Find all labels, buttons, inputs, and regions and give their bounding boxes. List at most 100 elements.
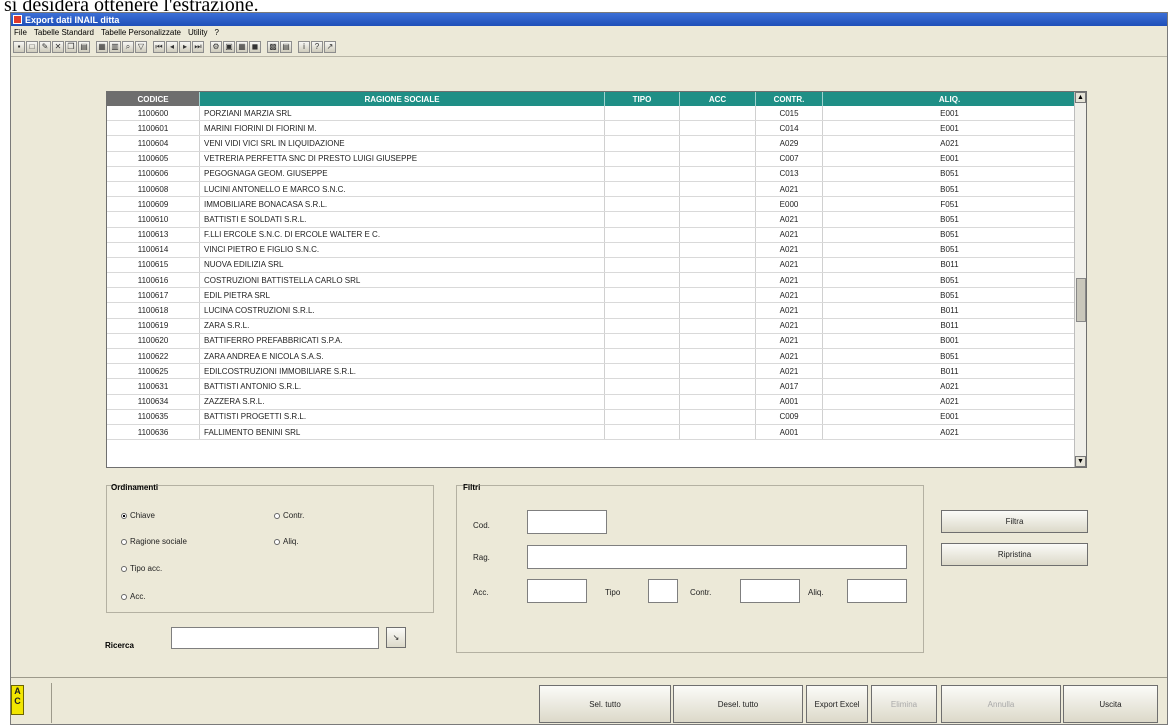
menu-file[interactable]: File [14, 28, 27, 37]
info-icon[interactable]: i [298, 41, 310, 53]
header-acc[interactable]: ACC [680, 92, 756, 106]
table-row[interactable]: 1100613 F.LLI ERCOLE S.N.C. DI ERCOLE WAL… [107, 227, 1086, 243]
scroll-down-icon[interactable]: ▼ [1075, 456, 1086, 467]
table-row[interactable]: 1100619 ZARA S.R.L. A021 B011 [107, 318, 1086, 334]
cell-acc [680, 106, 756, 121]
cod-input[interactable] [527, 510, 607, 534]
exit-icon[interactable]: ↗ [324, 41, 336, 53]
table-row[interactable]: 1100615 NUOVA EDILIZIA SRL A021 B011 [107, 257, 1086, 274]
calendar-icon[interactable]: ▦ [236, 41, 248, 53]
help-icon[interactable]: ? [311, 41, 323, 53]
contr-input[interactable] [740, 579, 800, 603]
radio-ragione-sociale[interactable]: Ragione sociale [121, 537, 187, 546]
find-icon[interactable]: ⌕ [122, 41, 134, 53]
disk-icon[interactable]: ◼ [249, 41, 261, 53]
table-row[interactable]: 1100609 IMMOBILIARE BONACASA S.R.L. E000 F0… [107, 197, 1086, 213]
sel-tutto-button[interactable]: Sel. tutto [539, 685, 671, 723]
delete-icon[interactable]: ✕ [52, 41, 64, 53]
cell-aliq: F051 [823, 197, 1077, 212]
menu-help[interactable]: ? [215, 28, 219, 37]
cell-contr: A021 [756, 273, 823, 288]
app-icon [13, 15, 22, 24]
cell-tipo [605, 288, 680, 303]
print-preview-icon[interactable]: ▥ [109, 41, 121, 53]
folder-icon[interactable]: ▤ [78, 41, 90, 53]
cell-ragione-sociale: F.LLI ERCOLE S.N.C. DI ERCOLE WALTER E C… [200, 227, 605, 242]
table-row[interactable]: 1100635 BATTISTI PROGETTI S.R.L. C009 E001 [107, 409, 1086, 425]
header-ragione-sociale[interactable]: RAGIONE SOCIALE [200, 92, 605, 106]
desel-tutto-button[interactable]: Desel. tutto [673, 685, 803, 723]
ricerca-input[interactable] [171, 627, 379, 649]
radio-chiave[interactable]: Chiave [121, 511, 155, 520]
filtra-button[interactable]: Filtra [941, 510, 1088, 533]
table-row[interactable]: 1100614 VINCI PIETRO E FIGLIO S.N.C. A021 B… [107, 242, 1086, 258]
cell-aliq: B051 [823, 181, 1077, 197]
scroll-up-icon[interactable]: ▲ [1075, 92, 1086, 103]
filter-icon[interactable]: ▽ [135, 41, 147, 53]
elimina-button[interactable]: Elimina [871, 685, 937, 723]
ricerca-button[interactable]: ↘ [386, 627, 406, 648]
new-icon[interactable]: □ [26, 41, 38, 53]
table-row[interactable]: 1100625 EDILCOSTRUZIONI IMMOBILIARE S.R.L… [107, 364, 1086, 380]
header-codice[interactable]: CODICE [107, 92, 200, 106]
window-title: Export dati INAIL ditta [25, 14, 120, 25]
table-row[interactable]: 1100601 MARINI FIORINI DI FIORINI M. C014 E… [107, 121, 1086, 137]
table-icon[interactable]: ▩ [267, 41, 279, 53]
ordinamenti-title: Ordinamenti [111, 483, 159, 492]
settings-icon[interactable]: ⚙ [210, 41, 222, 53]
radio-contr[interactable]: Contr. [274, 511, 304, 520]
menu-utility[interactable]: Utility [188, 28, 208, 37]
scroll-thumb[interactable] [1076, 278, 1086, 322]
export-excel-button[interactable]: Export Excel [806, 685, 868, 723]
acc-input[interactable] [527, 579, 587, 603]
table-row[interactable]: 1100622 ZARA ANDREA E NICOLA S.A.S. A021 B0… [107, 349, 1086, 365]
header-aliq[interactable]: ALIQ. [823, 92, 1077, 106]
cell-ragione-sociale: FALLIMENTO BENINI SRL [200, 424, 605, 440]
cell-acc [680, 424, 756, 440]
table-row[interactable]: 1100634 ZAZZERA S.R.L. A001 A021 [107, 394, 1086, 410]
menu-tabelle-standard[interactable]: Tabelle Standard [34, 28, 94, 37]
table-row[interactable]: 1100600 PORZIANI MARZIA SRL C015 E001 [107, 106, 1086, 122]
table-row[interactable]: 1100608 LUCINI ANTONELLO E MARCO S.N.C. A0… [107, 181, 1086, 198]
first-record-icon[interactable]: ⏮ [153, 41, 165, 53]
radio-tipo-acc[interactable]: Tipo acc. [121, 564, 162, 573]
menu-tabelle-personalizzate[interactable]: Tabelle Personalizzate [101, 28, 181, 37]
annulla-button[interactable]: Annulla [941, 685, 1061, 723]
cell-aliq: B051 [823, 212, 1077, 227]
report-icon[interactable]: ▤ [280, 41, 292, 53]
radio-aliq[interactable]: Aliq. [274, 537, 299, 546]
table-row[interactable]: 1100617 EDIL PIETRA SRL A021 B051 [107, 288, 1086, 304]
last-record-icon[interactable]: ⏭ [192, 41, 204, 53]
cell-codice: 1100631 [107, 379, 200, 394]
rag-input[interactable] [527, 545, 907, 569]
table-row[interactable]: 1100618 LUCINA COSTRUZIONI S.R.L. A021 B011 [107, 303, 1086, 319]
cell-contr: C007 [756, 151, 823, 166]
previous-record-icon[interactable]: ◂ [166, 41, 178, 53]
print-icon[interactable]: ▦ [96, 41, 108, 53]
header-tipo[interactable]: TIPO [605, 92, 680, 106]
ditte-grid[interactable]: CODICE RAGIONE SOCIALE TIPO ACC CONTR. A… [106, 91, 1087, 468]
calculator-icon[interactable]: ▣ [223, 41, 235, 53]
next-record-icon[interactable]: ▸ [179, 41, 191, 53]
table-row[interactable]: 1100610 BATTISTI E SOLDATI S.R.L. A021 B051 [107, 212, 1086, 228]
tipo-input[interactable] [648, 579, 678, 603]
table-row[interactable]: 1100636 FALLIMENTO BENINI SRL A001 A021 [107, 424, 1086, 441]
table-row[interactable]: 1100604 VENI VIDI VICI SRL IN LIQUIDAZION… [107, 136, 1086, 152]
aliq-input[interactable] [847, 579, 907, 603]
ripristina-button[interactable]: Ripristina [941, 543, 1088, 566]
edit-icon[interactable]: ✎ [39, 41, 51, 53]
table-row[interactable]: 1100616 COSTRUZIONI BATTISTELLA CARLO SRL… [107, 273, 1086, 289]
radio-acc[interactable]: Acc. [121, 592, 146, 601]
table-row[interactable]: 1100620 BATTIFERRO PREFABBRICATI S.P.A. A0… [107, 333, 1086, 349]
table-row[interactable]: 1100605 VETRERIA PERFETTA SNC DI PRESTO L… [107, 151, 1086, 167]
table-row[interactable]: 1100631 BATTISTI ANTONIO S.R.L. A017 A021 [107, 379, 1086, 395]
uscita-button[interactable]: Uscita [1063, 685, 1158, 723]
cell-codice: 1100619 [107, 318, 200, 333]
header-contr[interactable]: CONTR. [756, 92, 823, 106]
table-row[interactable]: 1100606 PEGOGNAGA GEOM. GIUSEPPE C013 B051 [107, 166, 1086, 182]
save-icon[interactable]: ▪ [13, 41, 25, 53]
copy-icon[interactable]: ❐ [65, 41, 77, 53]
grid-scrollbar[interactable]: ▲ ▼ [1074, 92, 1086, 467]
cell-ragione-sociale: LUCINA COSTRUZIONI S.R.L. [200, 303, 605, 318]
cell-ragione-sociale: LUCINI ANTONELLO E MARCO S.N.C. [200, 181, 605, 197]
